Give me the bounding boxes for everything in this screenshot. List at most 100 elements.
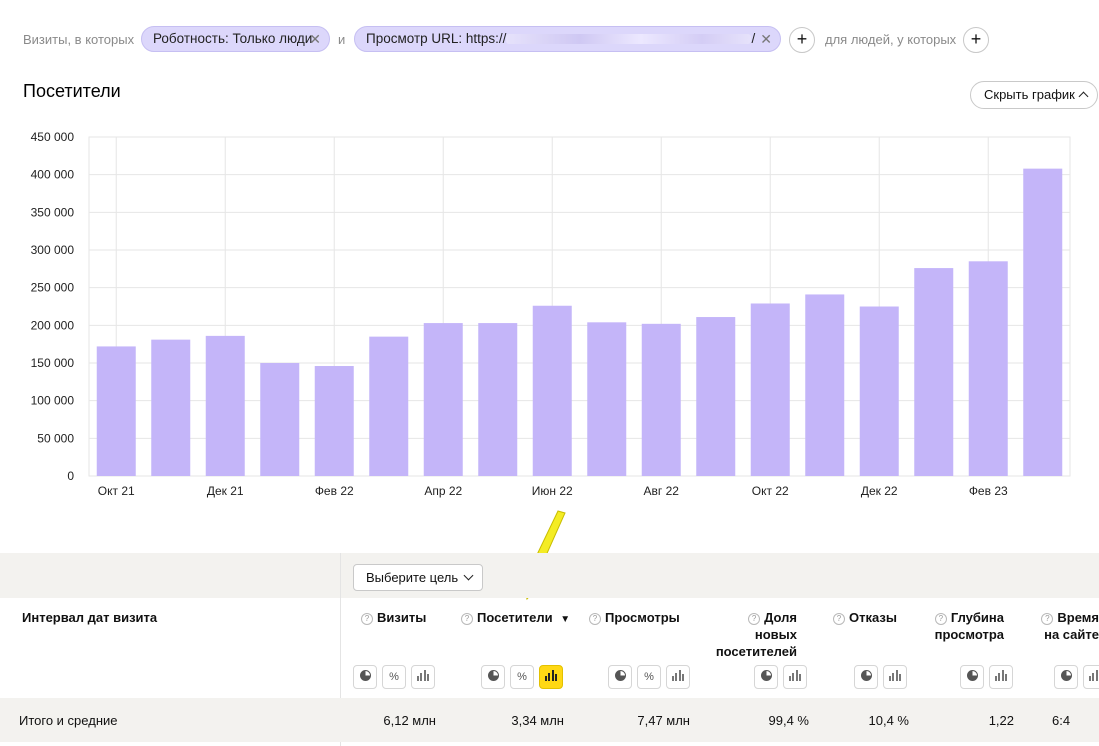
column-header-depth[interactable]: ? Глубина просмотра: [926, 609, 1004, 643]
bar: [478, 323, 518, 476]
filter-joiner: и: [338, 32, 346, 47]
sort-desc-icon[interactable]: ▼: [560, 614, 570, 625]
x-tick-label: Авг 22: [644, 484, 680, 498]
dimension-header[interactable]: Интервал дат визита: [22, 610, 157, 625]
bar-chart-button[interactable]: [1083, 665, 1099, 689]
column-header-visits[interactable]: ? Визиты: [361, 609, 426, 626]
column-header-pageviews-label: Просмотры: [605, 610, 680, 625]
remove-filter-icon[interactable]: ✕: [309, 27, 321, 51]
y-tick-label: 250 000: [31, 281, 75, 295]
bar-chart-button-active[interactable]: [539, 665, 563, 689]
column-header-bounce-label: Отказы: [849, 610, 897, 625]
filter-chip-url-label: Просмотр URL: https://: [366, 31, 507, 46]
x-tick-label: Фев 22: [315, 484, 354, 498]
chevron-down-icon: [463, 570, 474, 581]
filter-prefix: Визиты, в которых: [23, 32, 135, 47]
bar-chart-button[interactable]: [783, 665, 807, 689]
help-icon[interactable]: ?: [589, 613, 601, 625]
bar: [532, 305, 572, 476]
bar: [696, 317, 736, 476]
column-header-visitors[interactable]: ? Посетители ▼: [461, 609, 570, 628]
bar-chart-button[interactable]: [989, 665, 1013, 689]
bar-chart-icon: [788, 670, 802, 681]
x-tick-label: Дек 22: [861, 484, 898, 498]
hide-chart-button[interactable]: Скрыть график: [970, 81, 1098, 109]
bar: [314, 366, 354, 476]
percent-chart-button[interactable]: %: [637, 665, 661, 689]
total-visits: 6,12 млн: [383, 713, 436, 728]
total-depth: 1,22: [988, 713, 1014, 728]
add-people-condition-button[interactable]: +: [963, 27, 989, 53]
total-new-visitors-share: 99,4 %: [768, 713, 809, 728]
column-header-time-label: Время на сайте: [1044, 610, 1099, 642]
bar: [587, 322, 627, 476]
x-tick-label: Фев 23: [969, 484, 1008, 498]
pie-chart-button[interactable]: [754, 665, 778, 689]
bar: [859, 306, 899, 476]
filter-chip-url[interactable]: Просмотр URL: https:// / ✕: [354, 26, 781, 52]
add-visit-condition-button[interactable]: +: [789, 27, 815, 53]
bar: [641, 323, 681, 476]
pie-chart-icon: [760, 670, 772, 681]
percent-chart-button[interactable]: %: [510, 665, 534, 689]
y-tick-label: 0: [67, 469, 74, 483]
bar: [750, 303, 790, 476]
help-icon[interactable]: ?: [1041, 613, 1054, 625]
redacted-url: [506, 34, 752, 45]
percent-icon: %: [517, 671, 527, 683]
column-header-visitors-label: Посетители: [477, 610, 553, 625]
help-icon[interactable]: ?: [833, 613, 845, 625]
percent-icon: %: [389, 671, 399, 683]
x-tick-label: Окт 22: [752, 484, 789, 498]
bar-chart-icon: [544, 670, 558, 681]
column-header-time[interactable]: ? Время на сайте: [1036, 609, 1099, 643]
x-tick-label: Дек 21: [207, 484, 244, 498]
x-tick-label: Июн 22: [532, 484, 573, 498]
y-tick-label: 150 000: [31, 356, 75, 370]
bar-chart-icon: [416, 670, 430, 681]
table-toolbar: [0, 553, 1099, 598]
chart-title: Посетители: [23, 81, 121, 101]
column-header-new-visitors[interactable]: ? Доля новых посетителей: [706, 609, 797, 660]
help-icon[interactable]: ?: [934, 613, 947, 625]
bar-chart-icon: [994, 670, 1008, 681]
y-tick-label: 350 000: [31, 205, 75, 219]
bar: [1023, 168, 1063, 476]
bar: [914, 268, 954, 476]
hide-chart-label: Скрыть график: [984, 87, 1075, 102]
filter-chip-robotness[interactable]: Роботность: Только люди ✕: [141, 26, 330, 52]
help-icon[interactable]: ?: [361, 613, 373, 625]
column-header-pageviews[interactable]: ? Просмотры: [589, 609, 680, 626]
bar-chart-icon: [671, 670, 685, 681]
remove-filter-icon[interactable]: ✕: [760, 27, 772, 51]
total-pageviews: 7,47 млн: [637, 713, 690, 728]
pie-chart-button[interactable]: [960, 665, 984, 689]
bar-chart-icon: [1088, 670, 1099, 681]
pie-chart-button[interactable]: [854, 665, 878, 689]
chevron-up-icon: [1078, 91, 1089, 102]
select-goal-dropdown[interactable]: Выберите цель: [353, 564, 483, 591]
pie-chart-button[interactable]: [608, 665, 632, 689]
y-tick-label: 450 000: [31, 130, 75, 144]
total-visitors: 3,34 млн: [511, 713, 564, 728]
pie-chart-button[interactable]: [481, 665, 505, 689]
help-icon[interactable]: ?: [748, 613, 761, 625]
pie-chart-button[interactable]: [353, 665, 377, 689]
bar: [96, 346, 136, 476]
totals-label: Итого и средние: [19, 713, 118, 728]
filter-chip-url-suffix: /: [751, 31, 756, 46]
bar: [423, 323, 463, 476]
column-header-bounce[interactable]: ? Отказы: [833, 609, 897, 626]
pie-chart-icon: [1060, 670, 1072, 681]
y-tick-label: 300 000: [31, 243, 75, 257]
help-icon[interactable]: ?: [461, 613, 473, 625]
pie-chart-button[interactable]: [1054, 665, 1078, 689]
bar-chart-button[interactable]: [411, 665, 435, 689]
bar: [369, 336, 409, 476]
bar: [805, 294, 845, 476]
bar-chart-button[interactable]: [666, 665, 690, 689]
x-tick-label: Окт 21: [98, 484, 135, 498]
bar-chart-button[interactable]: [883, 665, 907, 689]
percent-chart-button[interactable]: %: [382, 665, 406, 689]
pie-chart-icon: [359, 670, 371, 681]
